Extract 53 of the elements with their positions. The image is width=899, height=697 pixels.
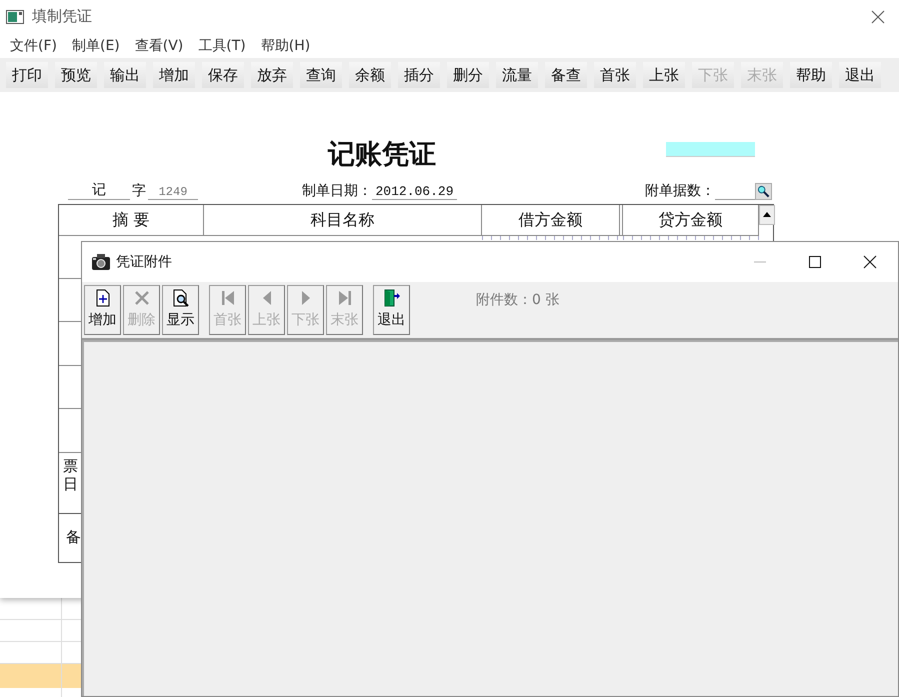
close-icon[interactable] — [862, 254, 878, 270]
toolbar-button[interactable]: 打印 — [6, 62, 48, 88]
menu-item[interactable]: 文件(F) — [10, 36, 57, 54]
date-label: 制单日期： — [302, 182, 372, 200]
page-magnifier-icon — [172, 289, 190, 307]
menu-item[interactable]: 帮助(H) — [260, 36, 310, 54]
toolbar-button[interactable]: 放弃 — [251, 62, 293, 88]
attachment-count: 附件数：0 张 — [476, 291, 560, 309]
voucher-number: 1249 — [148, 185, 198, 200]
column-header: 摘 要 — [59, 205, 204, 236]
maximize-icon[interactable] — [807, 254, 823, 270]
voucher-title: 记账凭证 — [328, 138, 436, 172]
toolbar-button[interactable]: 退出 — [373, 285, 410, 335]
toolbar-button[interactable]: 退出 — [839, 62, 881, 88]
column-header: 科目名称 — [204, 205, 482, 236]
search-button[interactable] — [755, 183, 772, 200]
window-icon — [6, 10, 24, 24]
toolbar-button[interactable]: 余额 — [349, 62, 391, 88]
toolbar-button[interactable]: 显示 — [162, 285, 199, 335]
camera-icon — [91, 253, 111, 271]
search-icon — [757, 185, 770, 198]
voucher-type: 记 — [68, 181, 130, 200]
table-cell-text: 票 — [63, 457, 79, 475]
cross-icon — [132, 289, 150, 307]
toolbar-button[interactable]: 流量 — [496, 62, 538, 88]
toolbar-button[interactable]: 增加 — [153, 62, 195, 88]
menu-item[interactable]: 查看(V) — [134, 36, 184, 54]
toolbar-button[interactable]: 帮助 — [790, 62, 832, 88]
close-icon[interactable] — [871, 10, 885, 24]
toolbar-button[interactable]: 删分 — [447, 62, 489, 88]
table-cell-text: 日 — [63, 475, 79, 493]
scroll-up-button[interactable] — [759, 205, 775, 225]
new-page-icon — [94, 289, 112, 307]
menu-item[interactable]: 制单(E) — [72, 36, 120, 54]
remark-label: 备 — [65, 527, 82, 548]
toolbar-button[interactable]: 保存 — [202, 62, 244, 88]
toolbar-button[interactable]: 增加 — [84, 285, 121, 335]
dialog-title: 凭证附件 — [116, 253, 173, 271]
menu-item[interactable]: 工具(T) — [198, 36, 246, 54]
up-arrow-icon — [763, 212, 771, 217]
toolbar-button[interactable]: 输出 — [104, 62, 146, 88]
toolbar-button[interactable]: 插分 — [398, 62, 440, 88]
toolbar-button[interactable]: 首张 — [594, 62, 636, 88]
toolbar-button[interactable]: 查询 — [300, 62, 342, 88]
attachments-label: 附单据数： — [645, 182, 715, 200]
type-suffix: 字 — [132, 182, 146, 200]
window-title: 填制凭证 — [32, 7, 93, 26]
door-arrow-icon — [382, 289, 400, 307]
toolbar-button[interactable]: 预览 — [55, 62, 97, 88]
column-header: 借方金额 — [482, 205, 620, 236]
date-value: 2012.06.29 — [372, 184, 457, 200]
toolbar-button[interactable]: 备查 — [545, 62, 587, 88]
toolbar-button[interactable]: 上张 — [643, 62, 685, 88]
